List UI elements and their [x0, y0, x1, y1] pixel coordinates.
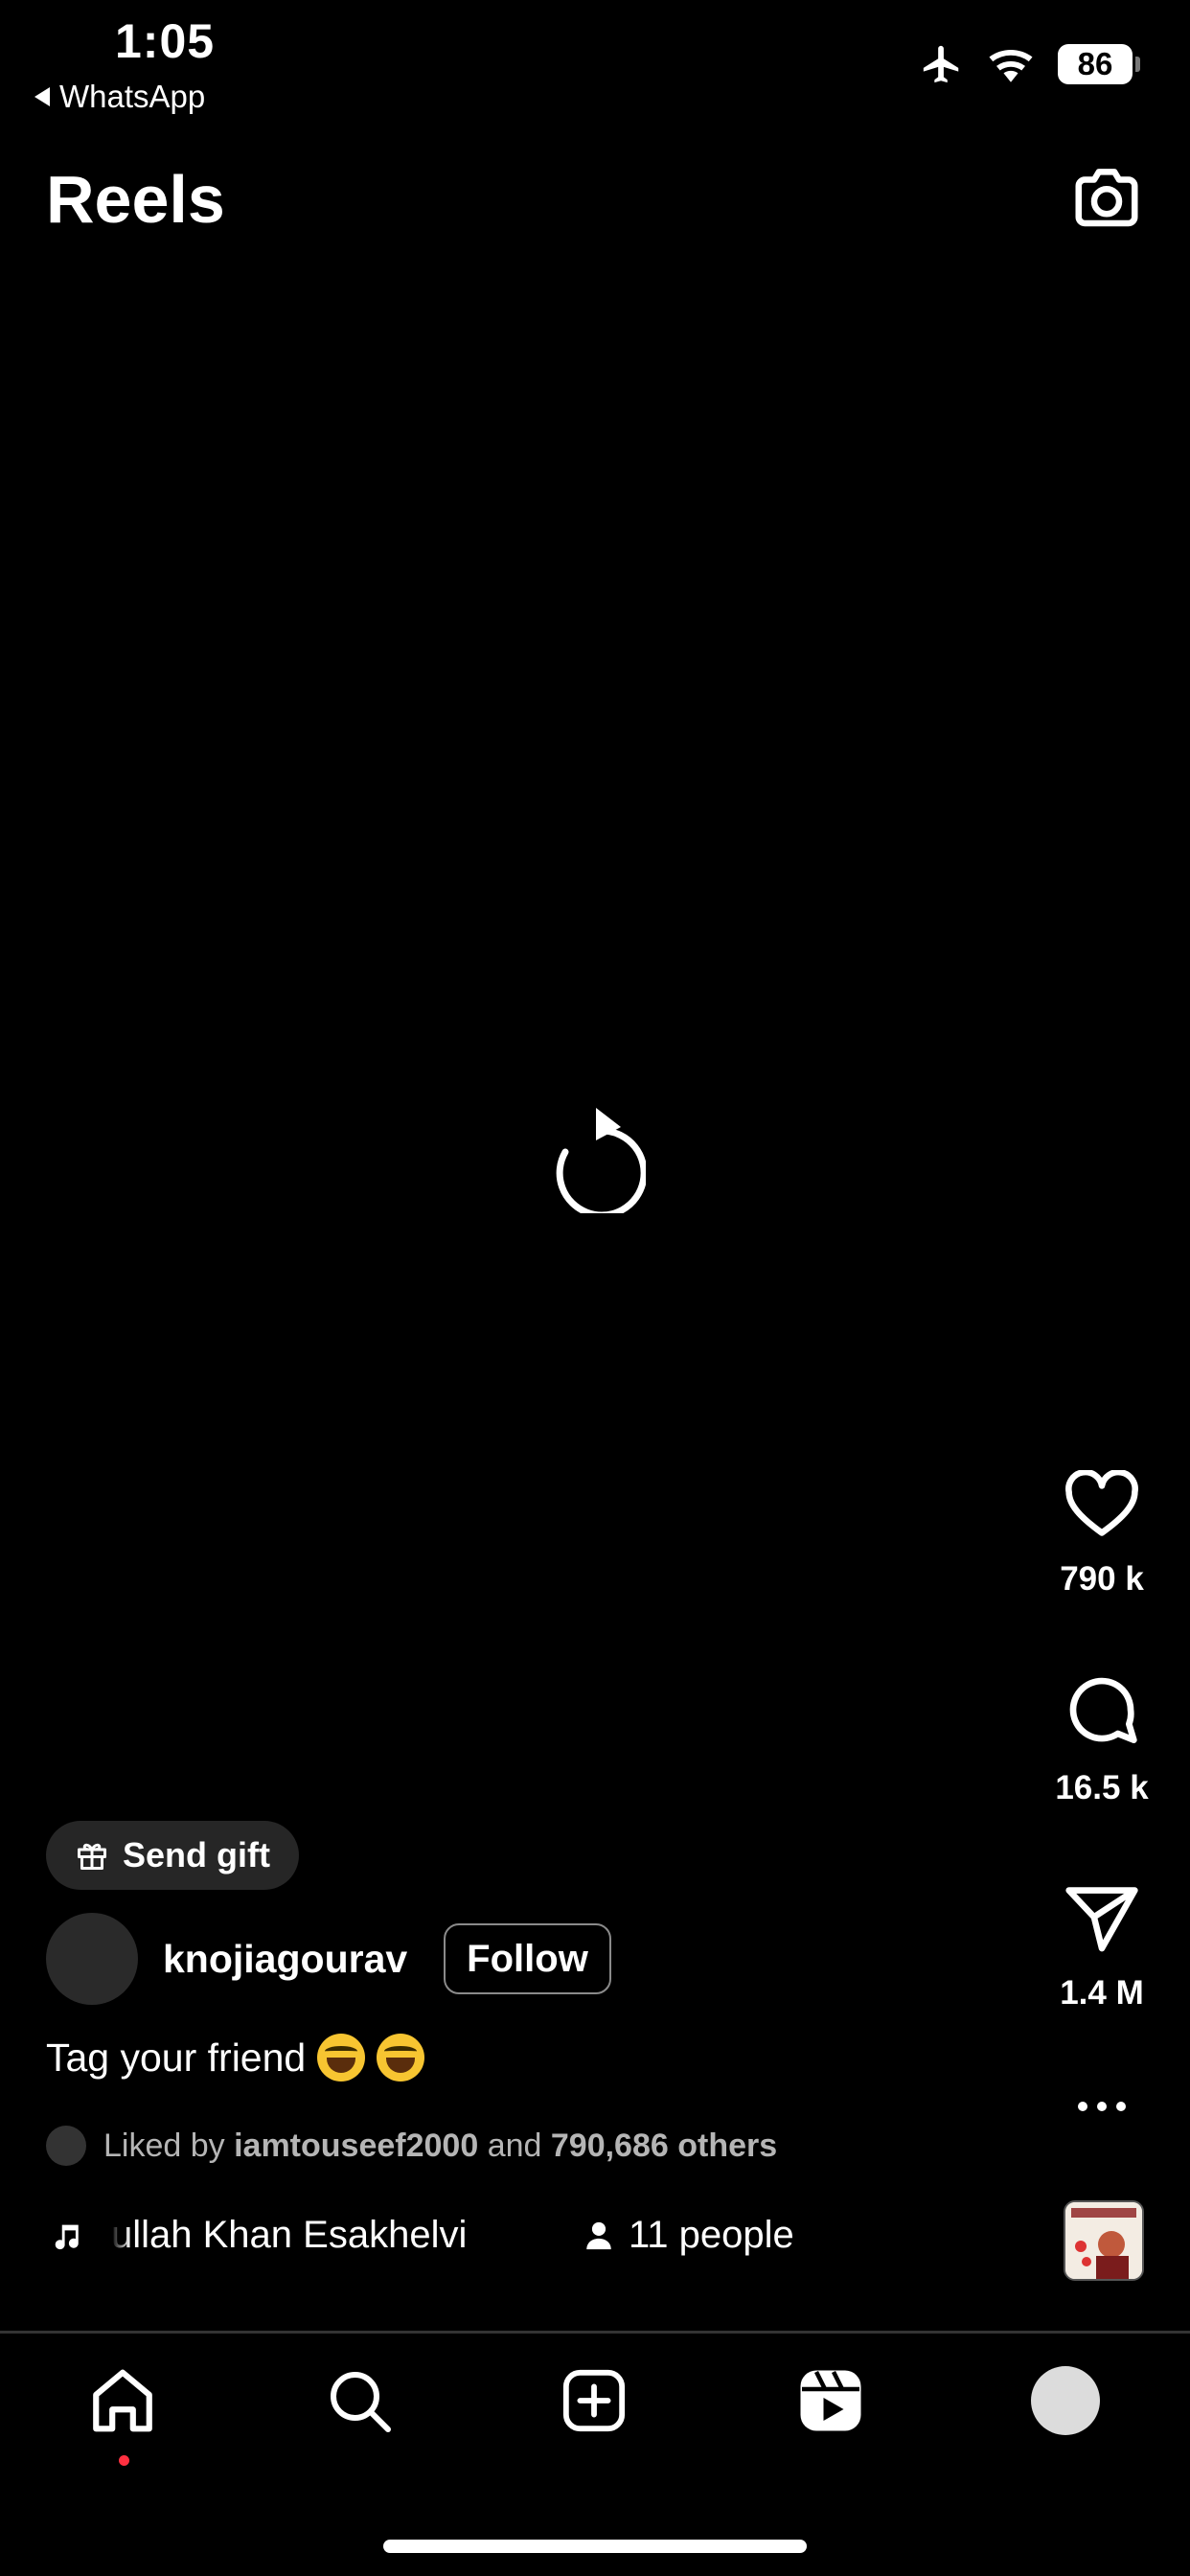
nav-home[interactable] — [84, 2362, 161, 2439]
profile-avatar — [1031, 2366, 1100, 2435]
bottom-nav — [0, 2334, 1190, 2477]
status-time: 1:05 — [115, 14, 216, 68]
more-button[interactable] — [1025, 2099, 1179, 2114]
airplane-icon — [923, 45, 959, 83]
battery-icon: 86 — [1058, 44, 1140, 84]
username[interactable]: knojiagourav — [163, 1937, 407, 1982]
like-count: 790 k — [1060, 1560, 1144, 1598]
home-icon — [93, 2369, 152, 2432]
caption[interactable]: Tag your friend — [46, 2034, 425, 2082]
comment-count: 16.5 k — [1055, 1769, 1149, 1806]
gift-icon — [78, 1843, 106, 1870]
home-indicator[interactable] — [383, 2540, 807, 2553]
nav-create[interactable] — [556, 2362, 632, 2439]
nav-search[interactable] — [321, 2362, 398, 2439]
back-arrow-icon — [34, 87, 50, 106]
audio-thumbnail[interactable] — [1064, 2200, 1144, 2281]
home-notification-dot — [119, 2455, 129, 2466]
nav-profile[interactable] — [1027, 2362, 1104, 2439]
nav-reels[interactable] — [792, 2362, 869, 2439]
music-row[interactable]: ullah Khan Esakhelvi 11 people — [50, 2214, 794, 2257]
page-title: Reels — [46, 162, 225, 237]
like-action[interactable]: 790 k — [1025, 1470, 1179, 1598]
liked-by-prefix: Liked by — [103, 2127, 225, 2164]
share-action[interactable]: 1.4 M — [1025, 1884, 1179, 2012]
camera-button[interactable] — [1069, 161, 1144, 236]
reload-button[interactable] — [544, 1102, 648, 1219]
music-note-icon — [55, 2224, 79, 2249]
audio-cover-image — [1065, 2202, 1142, 2279]
person-icon — [586, 2221, 611, 2249]
liked-by-user[interactable]: iamtouseef2000 — [234, 2128, 478, 2165]
status-icons: 86 — [920, 42, 1140, 86]
follow-button[interactable]: Follow — [444, 1923, 611, 1994]
share-count: 1.4 M — [1060, 1974, 1144, 2012]
caption-text: Tag your friend — [46, 2035, 307, 2080]
avatar[interactable] — [46, 1913, 138, 2005]
liked-by-and: and — [487, 2127, 542, 2164]
back-to-app-button[interactable]: WhatsApp — [34, 79, 205, 115]
search-icon — [331, 2372, 391, 2432]
liked-by-avatar — [46, 2126, 86, 2166]
comment-icon — [1069, 1677, 1137, 1743]
send-icon — [1065, 1887, 1138, 1952]
user-row: knojiagourav Follow — [46, 1913, 611, 2005]
send-gift-label: Send gift — [123, 1835, 270, 1874]
laughing-emoji-icon — [317, 2034, 366, 2082]
laughing-emoji-icon — [377, 2034, 425, 2082]
comment-action[interactable]: 16.5 k — [1025, 1671, 1179, 1807]
back-app-label: WhatsApp — [59, 79, 206, 114]
music-title: ullah Khan Esakhelvi — [111, 2214, 468, 2256]
send-gift-button[interactable]: Send gift — [46, 1821, 299, 1890]
tagged-people-button[interactable]: 11 people — [583, 2214, 794, 2257]
wifi-icon — [989, 49, 1033, 82]
more-icon — [1078, 2102, 1126, 2111]
reload-icon — [556, 1108, 648, 1219]
heart-icon — [1065, 1470, 1138, 1536]
liked-by-others[interactable]: 790,686 others — [551, 2128, 777, 2165]
reels-icon — [800, 2370, 861, 2431]
camera-icon — [1075, 169, 1138, 227]
liked-by-row[interactable]: Liked by iamtouseef2000 and 790,686 othe… — [46, 2126, 777, 2166]
create-icon — [562, 2369, 626, 2432]
people-count: 11 people — [629, 2214, 794, 2256]
